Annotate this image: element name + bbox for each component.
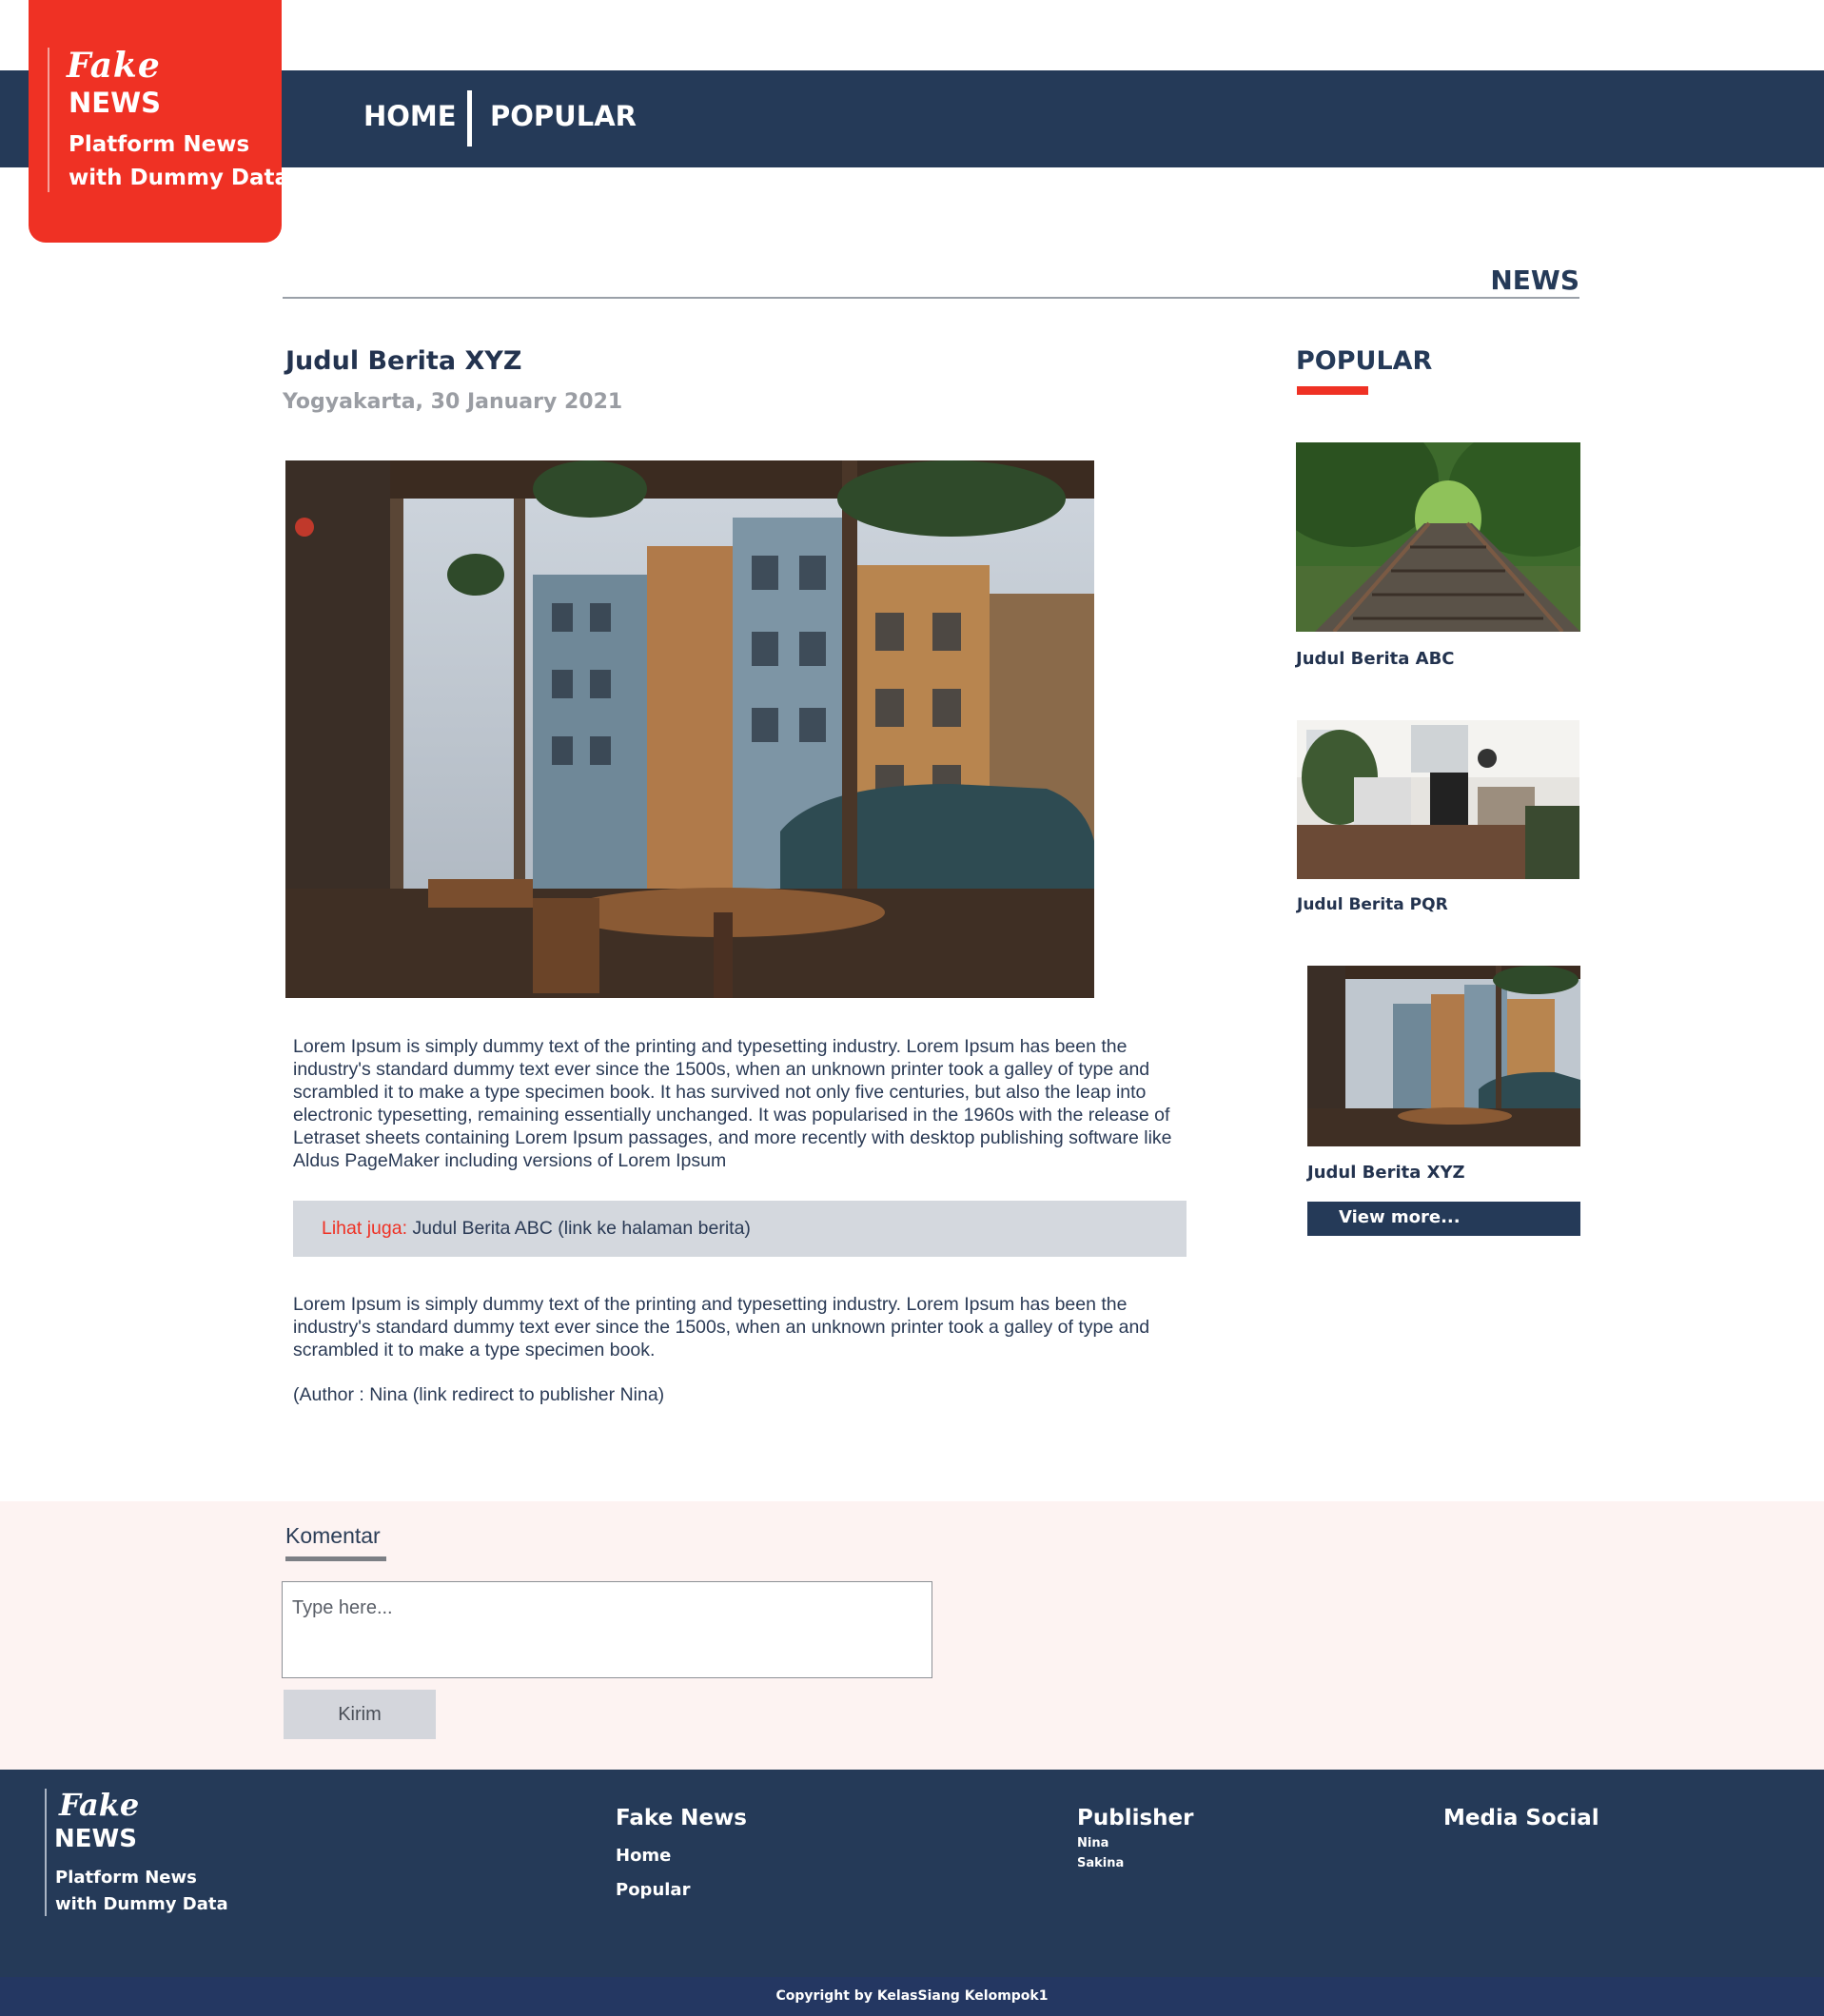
see-also-label: Lihat juga: xyxy=(322,1218,407,1239)
footer-link-home[interactable]: Home xyxy=(616,1846,671,1866)
comment-heading: Komentar xyxy=(285,1523,381,1548)
see-also-link[interactable]: Judul Berita ABC (link ke halaman berita… xyxy=(407,1218,751,1239)
submit-comment-button[interactable]: Kirim xyxy=(284,1690,436,1739)
footer-logo-word-text: NEWS xyxy=(54,1825,137,1853)
comment-heading-underline xyxy=(285,1556,386,1561)
footer-link-publisher-nina[interactable]: Nina xyxy=(1077,1836,1108,1850)
footer-tagline-line2: with Dummy Data xyxy=(55,1894,228,1914)
footer-column-title: Fake News xyxy=(616,1806,747,1830)
article-dateline: Yogyakarta, 30 January 2021 xyxy=(283,390,623,414)
popular-item-title[interactable]: Judul Berita PQR xyxy=(1297,895,1448,914)
section-title: NEWS xyxy=(1490,264,1579,296)
article-title: Judul Berita XYZ xyxy=(285,346,522,376)
popular-heading: POPULAR xyxy=(1296,346,1433,376)
footer-link-popular[interactable]: Popular xyxy=(616,1880,690,1900)
logo-divider xyxy=(48,48,49,192)
nav-home-link[interactable]: HOME xyxy=(363,100,457,132)
logo-word-text: NEWS xyxy=(69,87,161,119)
view-more-button[interactable]: View more... xyxy=(1307,1202,1580,1236)
popular-item-image[interactable] xyxy=(1307,966,1580,1146)
nav-divider xyxy=(467,90,472,147)
copyright-text: Copyright by KelasSiang Kelompok1 xyxy=(775,1988,1049,2004)
article-paragraph: Lorem Ipsum is simply dummy text of the … xyxy=(293,1294,1150,1360)
author-link[interactable]: (Author : Nina (link redirect to publish… xyxy=(293,1384,664,1406)
section-divider xyxy=(283,297,1579,299)
footer-column-title: Publisher xyxy=(1077,1806,1194,1830)
footer-link-publisher-sakina[interactable]: Sakina xyxy=(1077,1856,1124,1870)
article-hero-image xyxy=(285,460,1094,998)
footer-logo-script-text: Fake xyxy=(59,1787,140,1823)
nav-popular-link[interactable]: POPULAR xyxy=(490,100,637,132)
logo-tagline-line1: Platform News xyxy=(69,132,250,157)
see-also-text[interactable]: Lihat juga: Judul Berita ABC (link ke ha… xyxy=(322,1218,751,1240)
brand-logo[interactable] xyxy=(29,0,282,243)
popular-heading-underline xyxy=(1297,386,1368,395)
footer-tagline-line1: Platform News xyxy=(55,1868,197,1888)
logo-tagline-line2: with Dummy Data xyxy=(69,166,290,190)
popular-item-image[interactable] xyxy=(1296,442,1580,632)
comment-input[interactable] xyxy=(282,1581,932,1678)
popular-item-image[interactable] xyxy=(1297,720,1579,879)
footer-logo-divider xyxy=(45,1789,47,1916)
logo-script-text: Fake xyxy=(67,46,161,86)
popular-item-title[interactable]: Judul Berita ABC xyxy=(1296,649,1455,669)
see-also-box[interactable]: Lihat juga: Judul Berita ABC (link ke ha… xyxy=(293,1201,1187,1257)
article-paragraph: Lorem Ipsum is simply dummy text of the … xyxy=(293,1036,1172,1171)
popular-item-title[interactable]: Judul Berita XYZ xyxy=(1307,1163,1465,1183)
footer xyxy=(0,1770,1824,1977)
footer-column-title: Media Social xyxy=(1443,1806,1599,1830)
